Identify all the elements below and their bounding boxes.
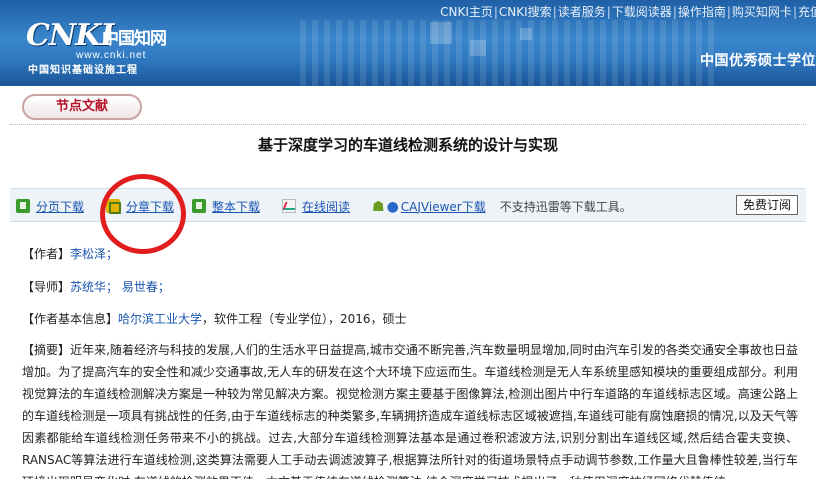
logo-text: CNKI [26, 18, 114, 53]
author-info-row: 【作者基本信息】哈尔滨工业大学，软件工程（专业学位），2016，硕士 [22, 310, 407, 327]
advisor-label: 【导师】 [22, 280, 71, 294]
cnki-logo[interactable]: CNKI 中国知网 www.cnki.net 中国知识基础设施工程 [18, 14, 168, 76]
online-read-link[interactable]: 在线阅读 [302, 198, 350, 215]
top-link-guide[interactable]: 操作指南 [678, 5, 726, 19]
red-circle-annotation [100, 174, 186, 254]
institution-link[interactable]: 哈尔滨工业大学 [118, 312, 202, 326]
info-label: 【作者基本信息】 [22, 312, 119, 326]
advisor-row: 【导师】苏统华； 易世春； [22, 278, 170, 295]
android-icon: ☗ [372, 199, 385, 215]
author-row: 【作者】李松泽； [22, 245, 118, 262]
chart-read-icon [282, 199, 296, 213]
green-download-icon [16, 199, 30, 213]
page-download-link[interactable]: 分页下载 [36, 198, 84, 215]
top-link-reader[interactable]: 下载阅读器 [612, 5, 672, 19]
full-download-item[interactable]: 整本下载 [192, 197, 260, 215]
cajviewer-download-link[interactable]: CAJViewer下载 [401, 198, 486, 215]
banner-title: 中国优秀硕士学位 [700, 53, 816, 69]
logo-subtitle: 中国知识基础设施工程 [28, 65, 138, 76]
author-link[interactable]: 李松泽； [70, 247, 118, 261]
section-tab-node-literature[interactable]: 节点文献 [22, 94, 142, 120]
banner-square-decoration [470, 40, 486, 56]
free-subscribe-button[interactable]: 免费订阅 [735, 195, 798, 215]
full-download-link[interactable]: 整本下载 [212, 198, 260, 215]
apple-icon: ● [386, 199, 399, 215]
top-link-card[interactable]: 购买知网卡 [732, 5, 792, 19]
abstract-text: 近年来,随着经济与科技的发展,人们的生活水平日益提高,城市交通不断完善,汽车数量… [22, 343, 798, 479]
divider [10, 124, 806, 125]
author-label: 【作者】 [22, 247, 71, 261]
abstract-label: 【摘要】 [22, 343, 71, 357]
advisor-link-1[interactable]: 苏统华； [70, 280, 118, 294]
abstract: 【摘要】近年来,随着经济与科技的发展,人们的生活水平日益提高,城市交通不断完善,… [22, 339, 798, 479]
online-read-item[interactable]: 在线阅读 [282, 197, 350, 215]
top-link-recharge[interactable]: 充值 [798, 5, 816, 19]
info-rest: ，软件工程（专业学位），2016，硕士 [202, 312, 407, 326]
logo-cn: 中国知网 [102, 29, 167, 49]
banner-decoration [300, 20, 720, 86]
banner-square-decoration [430, 22, 452, 44]
top-link-search[interactable]: CNKI搜索 [499, 5, 552, 19]
green-book-icon [192, 199, 206, 213]
cajviewer-download-item[interactable]: ☗ ● CAJViewer下载 不支持迅雷等下载工具。 [372, 197, 632, 215]
top-link-home[interactable]: CNKI主页 [440, 5, 493, 19]
advisor-link-2[interactable]: 易世春； [122, 280, 170, 294]
banner-square-decoration [520, 28, 532, 40]
page-download-item[interactable]: 分页下载 [16, 197, 84, 215]
toolbar-note: 不支持迅雷等下载工具。 [499, 199, 632, 214]
top-link-service[interactable]: 读者服务 [558, 5, 606, 19]
logo-url: www.cnki.net [76, 50, 147, 61]
site-header-banner: CNKI 中国知网 www.cnki.net 中国知识基础设施工程 CNKI主页… [0, 0, 816, 86]
top-nav-links: CNKI主页|CNKI搜索|读者服务|下载阅读器|操作指南|购买知网卡|充值 [440, 3, 816, 20]
document-title: 基于深度学习的车道线检测系统的设计与实现 [257, 136, 558, 154]
